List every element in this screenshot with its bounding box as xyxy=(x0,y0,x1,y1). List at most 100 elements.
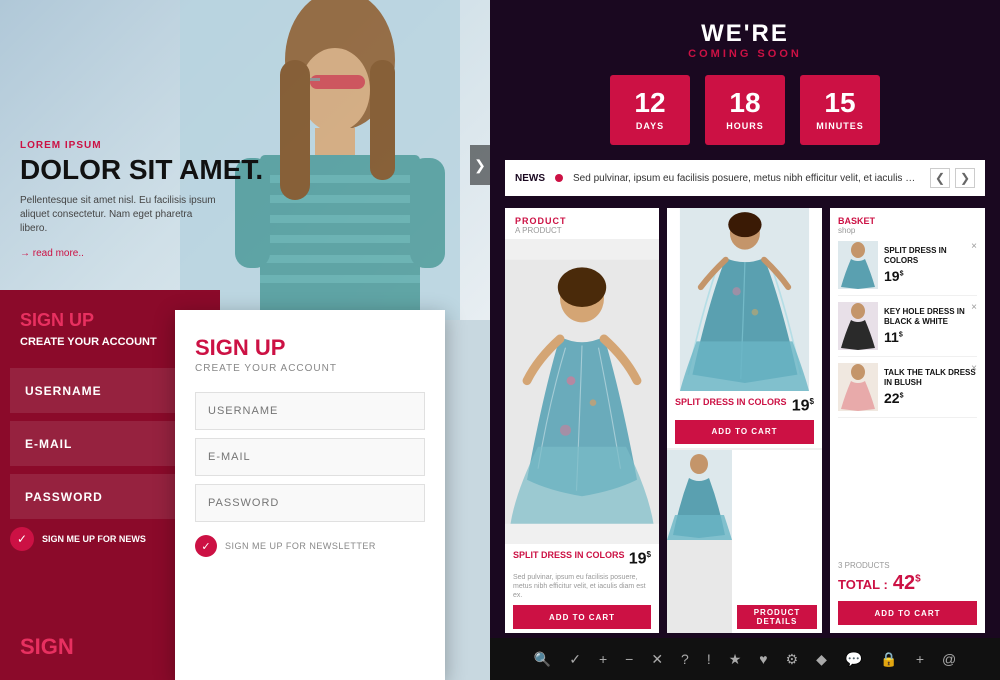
hero-text-block: LOREM IPSUM DOLOR SIT AMET. Pellentesque… xyxy=(20,140,263,259)
news-label: NEWS xyxy=(515,173,545,184)
right-panel: WE'RE COMING SOON 12 DAYS 18 HOURS 15 MI… xyxy=(490,0,1000,680)
days-label: DAYS xyxy=(636,121,664,131)
newsletter-label: SIGN ME UP FOR NEWS xyxy=(42,534,146,544)
card-subtitle: CREATE YOUR ACCOUNT xyxy=(195,363,425,374)
coming-soon-text: COMING SOON xyxy=(510,48,980,60)
product-name-row-left: SPLIT DRESS IN COLORS 19$ xyxy=(513,550,651,568)
lock-icon[interactable]: 🔒 xyxy=(880,651,897,668)
product-mid-name: SPLIT DRESS IN COLORS xyxy=(675,397,787,408)
basket-header: BASKET shop xyxy=(838,216,977,235)
card-newsletter-text: SIGN ME UP FOR NEWSLETTER xyxy=(225,541,376,551)
product-desc-left: Sed pulvinar, ipsum eu facilisis posuere… xyxy=(513,573,651,600)
basket-item-price-1: 19$ xyxy=(884,268,977,284)
add-icon[interactable]: + xyxy=(916,651,924,667)
product-card-mid: SPLIT DRESS IN COLORS 19$ ADD TO CART xyxy=(667,208,822,633)
bottom-toolbar: 🔍 ✓ + − ✕ ? ! ★ ♥ ⚙ ◆ 💬 🔒 + @ xyxy=(490,638,1000,680)
add-to-cart-button-mid[interactable]: ADD TO CART xyxy=(675,420,814,444)
hero-title: DOLOR SIT AMET. xyxy=(20,155,263,186)
hero-label: LOREM IPSUM xyxy=(20,140,263,151)
slider-arrow-icon: ❯ xyxy=(474,157,486,174)
newsletter-check-icon[interactable]: ✓ xyxy=(10,527,34,551)
close-icon[interactable]: ✕ xyxy=(651,651,663,668)
plus-icon[interactable]: + xyxy=(599,651,607,667)
basket-card: BASKET shop SPLIT DRESS IN COLORS 19$ xyxy=(830,208,985,633)
basket-total-row: 3 PRODUCTS TOTAL : 42$ ADD TO CART xyxy=(838,557,977,625)
chat-icon[interactable]: 💬 xyxy=(845,651,862,668)
product-price-left: 19$ xyxy=(629,550,651,568)
product-sub-left: A PRODUCT xyxy=(515,226,649,235)
card-title: SIGN UP xyxy=(195,335,425,361)
gear-icon[interactable]: ⚙ xyxy=(786,651,799,668)
product-mid-image xyxy=(667,208,822,391)
password-input[interactable] xyxy=(195,484,425,522)
product-details-button[interactable]: PRODUCT DETAILS xyxy=(737,605,817,629)
basket-item-price-2: 11$ xyxy=(884,329,977,345)
add-to-cart-button-left[interactable]: ADD TO CART xyxy=(513,605,651,629)
countdown-minutes: 15 MINUTES xyxy=(800,75,880,145)
basket-add-to-cart-button[interactable]: ADD TO CART xyxy=(838,601,977,625)
basket-item-name-2: KEY HOLE DRESS IN BLACK & WHITE xyxy=(884,307,977,326)
basket-item-1: SPLIT DRESS IN COLORS 19$ × xyxy=(838,241,977,296)
check-icon[interactable]: ✓ xyxy=(569,651,581,668)
product-mid-name-row: SPLIT DRESS IN COLORS 19$ xyxy=(675,397,814,415)
at-icon[interactable]: @ xyxy=(942,651,956,667)
hero-subtitle: Pellentesque sit amet nisl. Eu facilisis… xyxy=(20,194,220,236)
basket-item-name-1: SPLIT DRESS IN COLORS xyxy=(884,246,977,265)
product-mid-bottom-info: SPLIT DRESS IN COLORS 19$ ADD TO CART xyxy=(667,391,822,447)
basket-item-info-1: SPLIT DRESS IN COLORS 19$ xyxy=(884,246,977,283)
product-mid-price: 19$ xyxy=(792,397,814,415)
basket-remove-button-3[interactable]: × xyxy=(971,363,977,374)
basket-remove-button-2[interactable]: × xyxy=(971,302,977,313)
news-text: Sed pulvinar, ipsum eu facilisis posuere… xyxy=(573,173,920,184)
left-panel: LOREM IPSUM DOLOR SIT AMET. Pellentesque… xyxy=(0,0,490,680)
product-header-left: PRODUCT A PRODUCT xyxy=(505,208,659,239)
product-name-left: SPLIT DRESS IN COLORS xyxy=(513,550,625,561)
hero-section: LOREM IPSUM DOLOR SIT AMET. Pellentesque… xyxy=(0,0,490,320)
countdown-row: 12 DAYS 18 HOURS 15 MINUTES xyxy=(510,75,980,145)
dress-svg-left xyxy=(505,239,659,544)
news-ticker: NEWS Sed pulvinar, ipsum eu facilisis po… xyxy=(505,160,985,196)
question-icon[interactable]: ? xyxy=(681,651,689,667)
dress-svg-mid-bottom xyxy=(667,450,732,540)
search-icon[interactable]: 🔍 xyxy=(534,651,551,668)
product-mid-second-info: PRODUCT DETAILS xyxy=(732,450,822,633)
exclamation-icon[interactable]: ! xyxy=(707,651,711,667)
read-more-text: → read more.. xyxy=(20,248,84,259)
news-arrows: ❮ ❯ xyxy=(930,168,975,188)
news-prev-button[interactable]: ❮ xyxy=(930,168,950,188)
basket-item-price-3: 22$ xyxy=(884,390,977,406)
username-input[interactable] xyxy=(195,392,425,430)
signup-card: SIGN UP CREATE YOUR ACCOUNT ✓ SIGN ME UP… xyxy=(175,310,445,680)
card-newsletter-check[interactable]: ✓ xyxy=(195,535,217,557)
basket-item-info-2: KEY HOLE DRESS IN BLACK & WHITE 11$ xyxy=(884,307,977,344)
product-bottom-left: SPLIT DRESS IN COLORS 19$ Sed pulvinar, … xyxy=(505,544,659,633)
minutes-label: MINUTES xyxy=(816,121,864,131)
basket-total-label: TOTAL : xyxy=(838,577,888,592)
days-number: 12 xyxy=(634,89,665,117)
news-dot-icon xyxy=(555,174,563,182)
heart-icon[interactable]: ♥ xyxy=(759,651,767,667)
minus-icon[interactable]: − xyxy=(625,651,633,667)
basket-thumb-3 xyxy=(838,363,878,411)
basket-remove-button-1[interactable]: × xyxy=(971,241,977,252)
news-next-button[interactable]: ❯ xyxy=(955,168,975,188)
coming-soon-section: WE'RE COMING SOON 12 DAYS 18 HOURS 15 MI… xyxy=(490,0,1000,160)
star-icon[interactable]: ★ xyxy=(729,651,742,668)
basket-label: BASKET xyxy=(838,216,977,226)
hours-number: 18 xyxy=(729,89,760,117)
diamond-icon[interactable]: ◆ xyxy=(816,651,827,668)
basket-thumb-1 xyxy=(838,241,878,289)
basket-total-price: 42$ xyxy=(893,572,921,595)
email-input[interactable] xyxy=(195,438,425,476)
basket-item-info-3: TALK THE TALK DRESS IN BLUSH 22$ xyxy=(884,368,977,405)
product-label-left: PRODUCT xyxy=(515,216,649,226)
read-more-link[interactable]: → read more.. xyxy=(20,248,263,259)
were-text: WE'RE xyxy=(510,20,980,48)
product-mid-second: PRODUCT DETAILS xyxy=(667,448,822,633)
hours-label: HOURS xyxy=(726,121,764,131)
product-card-left: PRODUCT A PRODUCT xyxy=(505,208,659,633)
minutes-number: 15 xyxy=(824,89,855,117)
basket-item-2: KEY HOLE DRESS IN BLACK & WHITE 11$ × xyxy=(838,302,977,357)
slider-arrow-button[interactable]: ❯ xyxy=(470,145,490,185)
basket-item-name-3: TALK THE TALK DRESS IN BLUSH xyxy=(884,368,977,387)
